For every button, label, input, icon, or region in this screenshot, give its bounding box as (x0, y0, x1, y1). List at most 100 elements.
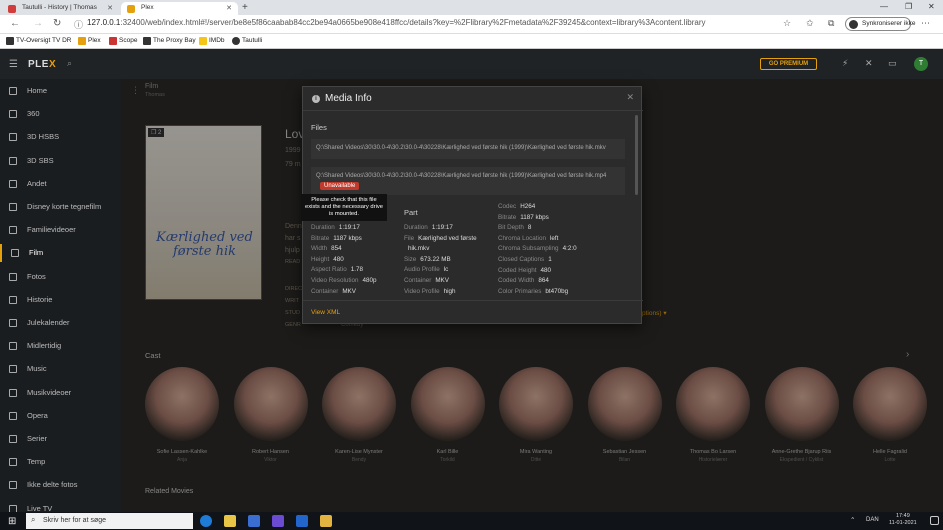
sidebar-item[interactable]: Familievideoer (0, 221, 121, 239)
sidebar-item[interactable]: Serier (0, 430, 121, 448)
collections-icon[interactable]: ⧉ (828, 18, 834, 29)
sidebar-item[interactable]: Opera (0, 407, 121, 425)
sidebar-item[interactable]: Andet (0, 175, 121, 193)
info-row: Bitrate 1187 kbps (311, 235, 362, 242)
sidebar-item-label: Andet (27, 178, 47, 188)
sidebar-item[interactable]: Music (0, 360, 121, 378)
window-close-icon[interactable]: ✕ (928, 2, 935, 11)
close-tab-icon[interactable]: ✕ (107, 4, 113, 12)
sidebar-item[interactable]: Home (0, 82, 121, 100)
bookmark-imdb[interactable]: IMDb (199, 37, 225, 45)
sidebar-item[interactable]: Temp (0, 453, 121, 471)
hamburger-menu-icon[interactable]: ☰ (9, 59, 18, 70)
file-explorer-icon[interactable] (320, 515, 332, 527)
sidebar-item[interactable]: Historie (0, 291, 121, 309)
info-value: 4:2:0 (562, 245, 577, 253)
sidebar-item[interactable]: Julekalender (0, 314, 121, 332)
edge-icon[interactable] (200, 515, 212, 527)
sidebar-item[interactable]: Ikke delte fotos (0, 476, 121, 494)
sidebar-item-label: Live TV (27, 503, 53, 512)
bookmark-icon (143, 37, 151, 45)
plex-logo[interactable]: PLEX (28, 59, 56, 70)
taskbar-search-input[interactable]: ⌕ Skriv her for at søge (26, 513, 193, 529)
info-value: MKV (342, 287, 356, 295)
clock[interactable]: 17:49 11-01-2021 (889, 513, 917, 527)
info-value: 1187 kbps (333, 234, 362, 242)
info-key: Audio Profile (404, 266, 440, 274)
cast-icon[interactable]: ▭ (888, 58, 897, 69)
language-indicator[interactable]: DAN (866, 517, 879, 523)
info-value: 1187 kbps (520, 213, 549, 221)
address-bar: ← → ↻ ⓘ 127.0.0.1:32400/web/index.html#!… (0, 15, 943, 34)
site-info-icon[interactable]: ⓘ (74, 18, 83, 31)
app-icon[interactable] (272, 515, 284, 527)
browser-tab-plex[interactable]: Plex ✕ (121, 2, 238, 15)
info-row: Audio Profile lc (404, 266, 448, 273)
dialog-footer (303, 300, 643, 301)
sidebar-item[interactable]: 360 (0, 105, 121, 123)
close-tab-icon[interactable]: ✕ (226, 4, 232, 12)
library-icon (9, 110, 17, 119)
sidebar-item-label: Musikvideoer (27, 387, 72, 397)
info-key: Duration (404, 224, 428, 231)
store-icon[interactable] (224, 515, 236, 527)
settings-tools-icon[interactable]: ✕ (865, 58, 873, 69)
info-key: Coded Height (498, 266, 537, 274)
new-tab-button[interactable]: + (242, 2, 248, 13)
windows-taskbar: ⊞ ⌕ Skriv her for at søge ⌃ DAN 17:49 11… (0, 512, 943, 530)
sidebar-item[interactable]: 3D SBS (0, 152, 121, 170)
sidebar-item[interactable]: Midlertidig (0, 337, 121, 355)
sync-button[interactable]: Synkroniserer ikke (845, 17, 915, 31)
info-value: high (443, 287, 456, 295)
info-value: Kærlighed ved første (418, 234, 477, 242)
windows-start-icon[interactable]: ⊞ (8, 516, 16, 527)
sidebar-item[interactable]: Disney korte tegnefilm (0, 198, 121, 216)
user-avatar[interactable]: T (914, 57, 928, 71)
library-sidebar: Home 360 3D HSBS 3D SBS Andet Disney korte te… (0, 79, 121, 512)
reload-icon[interactable]: ↻ (53, 18, 61, 29)
library-icon (9, 179, 17, 188)
part-heading: Part (404, 208, 418, 217)
info-row: Duration 1:19:17 (404, 224, 453, 231)
info-value: 864 (538, 277, 549, 285)
sidebar-item[interactable]: Fotos (0, 268, 121, 286)
sidebar-item[interactable]: Live TV (0, 500, 121, 512)
dialog-scrollbar[interactable] (635, 115, 638, 195)
star-icon[interactable]: ☆ (783, 18, 791, 29)
library-icon (9, 133, 17, 142)
bookmark-tautulli[interactable]: Tautulli (232, 37, 262, 45)
info-key: Container (311, 287, 339, 295)
tray-arrow-icon[interactable]: ⌃ (850, 516, 855, 524)
view-xml-link[interactable]: View XML (311, 309, 340, 316)
browser-tab-tautulli[interactable]: Tautulli - History | Thomas ✕ (2, 2, 119, 15)
go-premium-button[interactable]: GO PREMIUM (760, 58, 817, 70)
bookmark-icon (199, 37, 207, 45)
maximize-icon[interactable]: ❐ (905, 2, 912, 11)
info-key: Chroma Subsampling (498, 245, 559, 253)
bookmark-tv-oversigt[interactable]: TV-Oversigt TV DR (6, 37, 72, 45)
app-icon[interactable] (248, 515, 260, 527)
unavailable-badge[interactable]: Unavailable (320, 182, 360, 190)
media-info-dialog: i Media Info ✕ Files Q:\Shared Videos\30… (301, 86, 643, 324)
sidebar-item[interactable]: Film (0, 244, 121, 263)
dropbox-icon[interactable] (296, 515, 308, 527)
activity-icon[interactable]: ⚡ (842, 58, 848, 69)
search-icon[interactable]: ⌕ (67, 58, 72, 69)
bookmark-scope[interactable]: Scope (109, 37, 137, 45)
forward-arrow-icon[interactable]: → (33, 18, 43, 29)
back-arrow-icon[interactable]: ← (10, 18, 20, 29)
info-value: lc (443, 266, 449, 274)
sidebar-item-label: 3D HSBS (27, 132, 60, 142)
minimize-icon[interactable]: — (880, 2, 888, 11)
sidebar-item[interactable]: Musikvideoer (0, 384, 121, 402)
bookmark-plex[interactable]: Plex (78, 37, 101, 45)
bookmark-proxy-bay[interactable]: The Proxy Bay (143, 37, 196, 45)
favorites-icon[interactable]: ✩ (806, 18, 814, 29)
url-field[interactable]: ⓘ 127.0.0.1:32400/web/index.html#!/serve… (72, 18, 772, 31)
info-value: 1:19:17 (431, 224, 453, 231)
more-menu-icon[interactable]: ⋯ (921, 18, 930, 29)
sidebar-item[interactable]: 3D HSBS (0, 128, 121, 146)
notifications-icon[interactable] (930, 516, 939, 525)
close-icon[interactable]: ✕ (626, 92, 634, 103)
info-row: Container MKV (311, 288, 356, 295)
